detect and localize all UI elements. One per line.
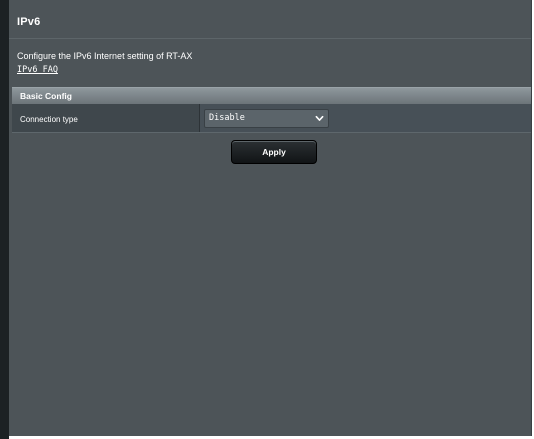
apply-button-label: Apply [262, 147, 286, 157]
left-edge-bar [0, 0, 9, 439]
connection-type-row: Connection type Disable [12, 104, 531, 133]
ipv6-settings-panel: IPv6 Configure the IPv6 Internet setting… [9, 0, 532, 436]
ipv6-faq-link[interactable]: IPv6 FAQ [17, 65, 58, 75]
page-title: IPv6 [17, 16, 41, 28]
apply-button[interactable]: Apply [231, 140, 317, 164]
connection-type-value: Disable [209, 113, 245, 123]
basic-config-header: Basic Config [12, 87, 531, 104]
connection-type-label-cell: Connection type [12, 104, 200, 132]
connection-type-select[interactable]: Disable [204, 109, 329, 128]
basic-config-title: Basic Config [20, 91, 72, 101]
connection-type-label: Connection type [20, 115, 78, 124]
page-description: Configure the IPv6 Internet setting of R… [17, 51, 193, 61]
panel-header: IPv6 [9, 0, 531, 39]
window: IPv6 Configure the IPv6 Internet setting… [0, 0, 534, 439]
chevron-down-icon [315, 115, 324, 121]
